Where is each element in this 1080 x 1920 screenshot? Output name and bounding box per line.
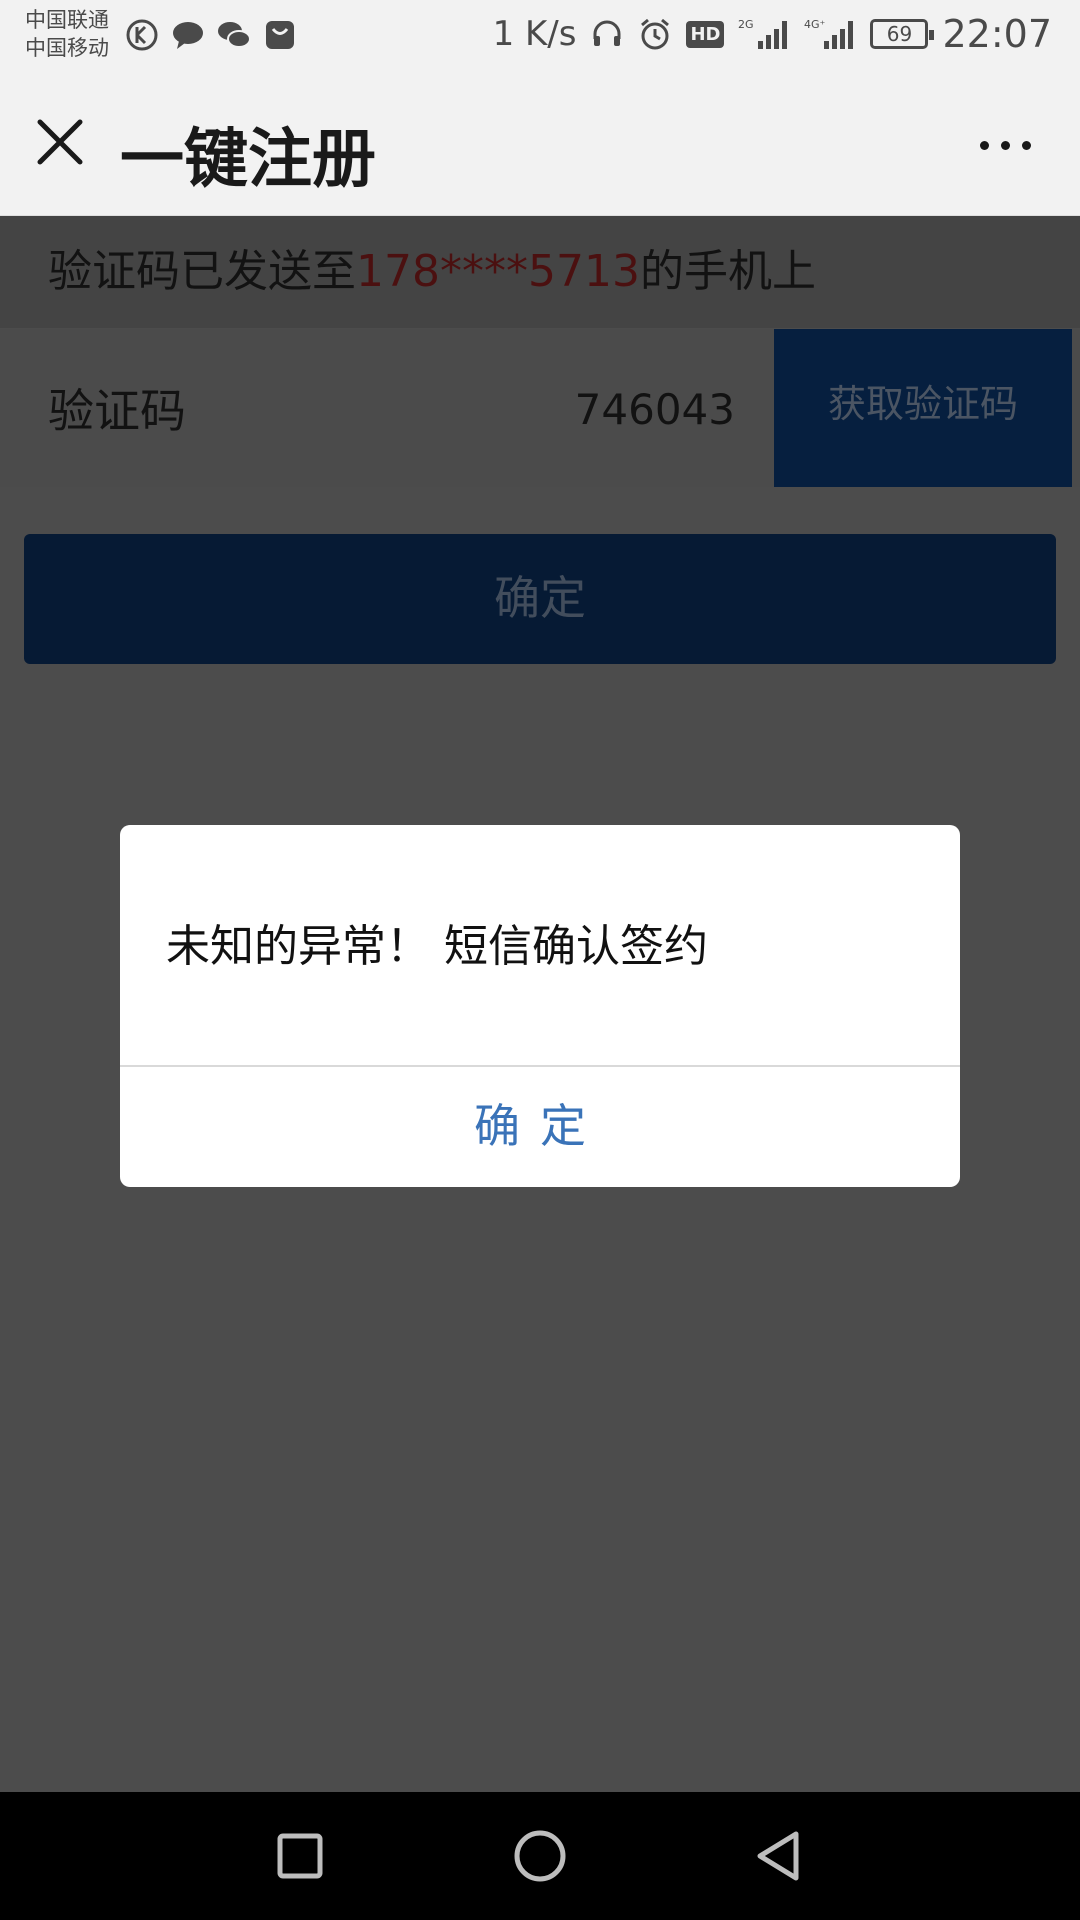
net-speed: 1 K/s xyxy=(492,14,577,54)
status-right: 1 K/s HD 2G 4G⁺ 69 22:07 xyxy=(493,12,1052,56)
close-icon[interactable] xyxy=(28,110,92,174)
hd-badge: HD xyxy=(686,20,725,48)
battery-icon: 69 xyxy=(870,19,935,49)
page-title: 一键注册 xyxy=(120,123,376,197)
more-icon[interactable] xyxy=(970,120,1040,170)
battery-level: 69 xyxy=(886,22,913,46)
navigation-bar xyxy=(0,1792,1080,1920)
status-bar: 中国联通 中国移动 1 K/s HD 2G 4G⁺ 69 22:07 xyxy=(0,0,1080,72)
title-bar: 一键注册 xyxy=(0,72,1080,216)
recent-apps-icon[interactable] xyxy=(270,1826,330,1886)
carrier-1: 中国联通 xyxy=(25,8,109,32)
carrier-2: 中国移动 xyxy=(25,36,109,60)
clock: 22:07 xyxy=(942,12,1052,56)
back-icon[interactable] xyxy=(750,1826,810,1886)
alarm-icon xyxy=(641,18,670,50)
carrier-names: 中国联通 中国移动 xyxy=(25,6,109,62)
headset-icon xyxy=(593,20,621,46)
chat-bubble-icon xyxy=(173,22,203,49)
signal-icon: 4G⁺ xyxy=(804,18,854,49)
network-label-2: 4G⁺ xyxy=(804,18,826,31)
network-label-1: 2G xyxy=(738,18,754,31)
notification-icons xyxy=(125,18,297,52)
huawei-store-icon xyxy=(266,21,294,49)
k-app-icon xyxy=(126,19,158,51)
dialog-ok-button[interactable]: 确定 xyxy=(120,1067,960,1187)
wechat-icon xyxy=(218,22,251,48)
home-icon[interactable] xyxy=(510,1826,570,1886)
dialog-message: 未知的异常！ 短信确认签约 xyxy=(166,921,708,972)
signal-icon: 2G xyxy=(738,18,788,49)
alert-dialog: 未知的异常！ 短信确认签约 确定 xyxy=(120,825,960,1187)
